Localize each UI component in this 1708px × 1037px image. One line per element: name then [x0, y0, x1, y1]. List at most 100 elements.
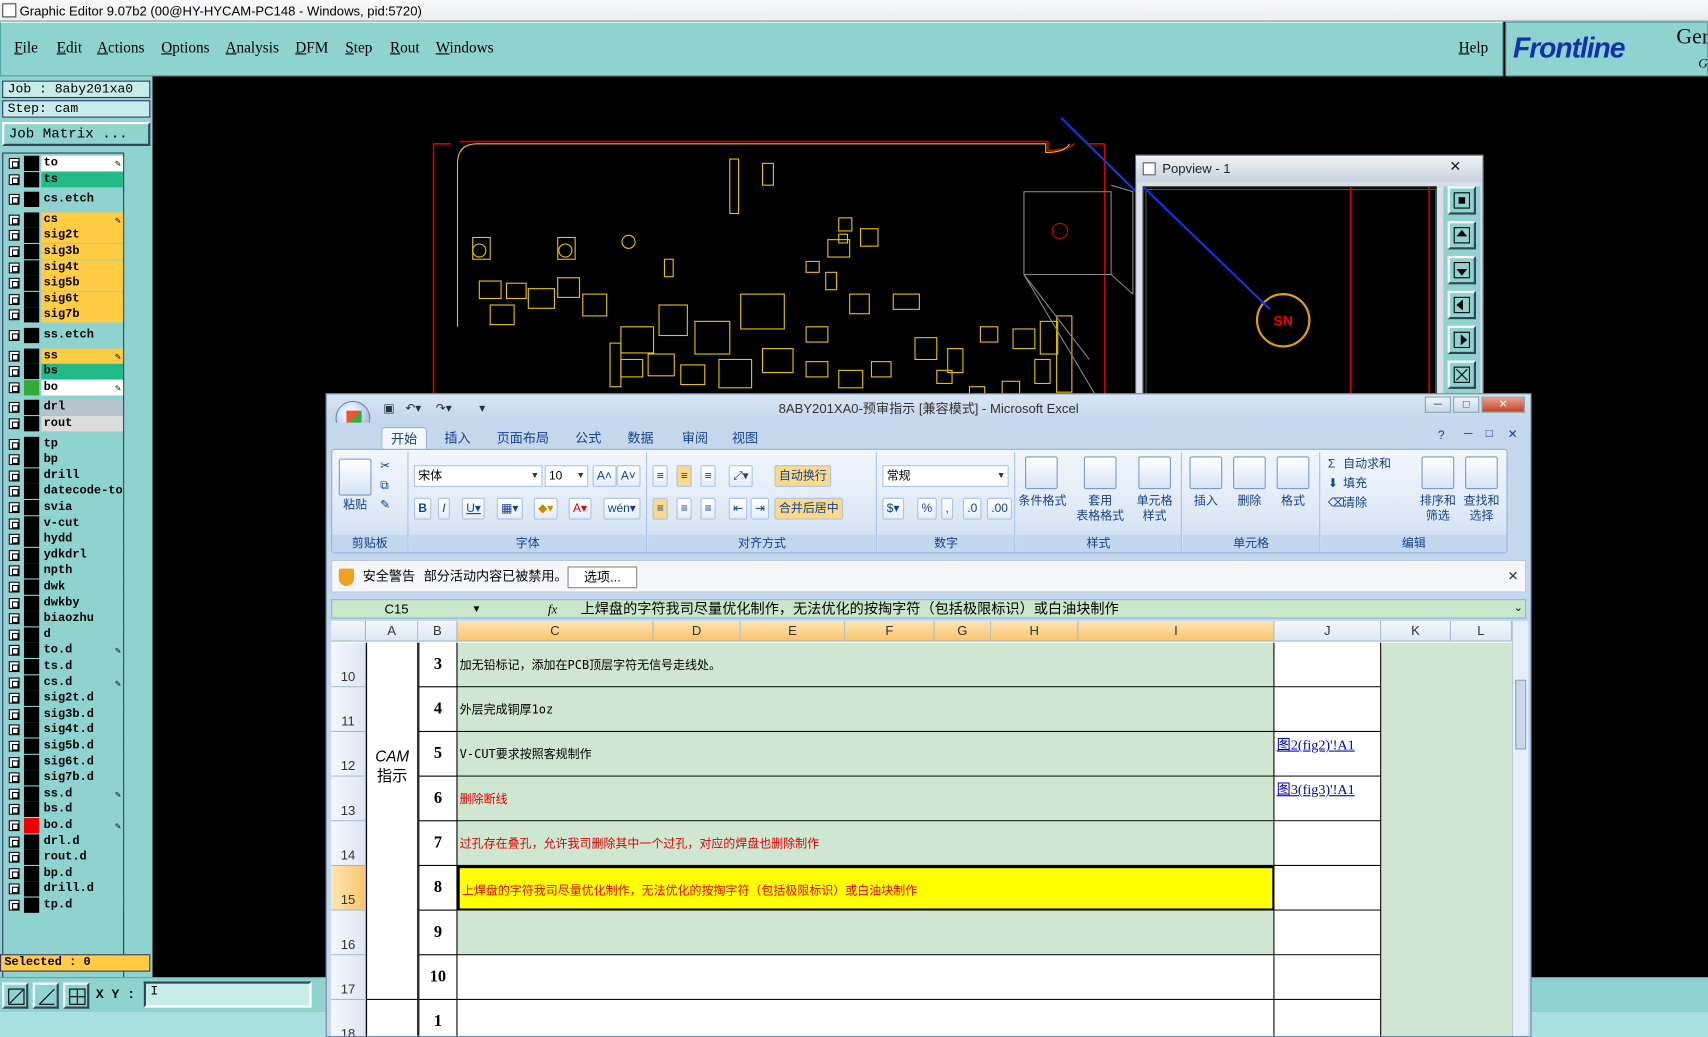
layer-checkbox[interactable]: [8, 740, 20, 752]
layer-name[interactable]: dwk: [41, 579, 124, 595]
item-number-cell[interactable]: 9: [418, 910, 458, 956]
excel-minimize-icon[interactable]: ─: [1424, 396, 1451, 413]
layer-color-swatch[interactable]: [23, 171, 40, 187]
percent-icon[interactable]: %: [917, 497, 937, 520]
select-all-corner[interactable]: [331, 620, 367, 642]
layer-row[interactable]: sig3b.d: [5, 706, 124, 722]
layer-color-swatch[interactable]: [23, 722, 40, 738]
layer-name[interactable]: drill.d: [41, 881, 124, 897]
menu-step[interactable]: Step: [345, 40, 372, 57]
layer-color-swatch[interactable]: [23, 400, 40, 416]
layer-name[interactable]: bo.d ✎: [41, 818, 124, 834]
layer-name[interactable]: to ✎: [41, 155, 124, 172]
column-header[interactable]: J: [1274, 620, 1382, 642]
layer-checkbox[interactable]: [8, 852, 20, 863]
popview-titlebar[interactable]: Popview - 1: [1136, 155, 1483, 182]
layer-name[interactable]: npth: [41, 563, 124, 579]
row-header[interactable]: 18: [331, 999, 367, 1036]
layer-checkbox[interactable]: [8, 194, 20, 205]
layer-name[interactable]: sig6t.d: [41, 754, 124, 770]
column-header[interactable]: K: [1381, 620, 1451, 642]
save-icon[interactable]: ▣: [383, 401, 394, 415]
layer-name[interactable]: to.d ✎: [41, 643, 124, 659]
align-right-icon[interactable]: ≡: [700, 497, 717, 520]
layer-row[interactable]: v-cut: [5, 515, 124, 532]
grid-icon[interactable]: [63, 982, 90, 1009]
layer-row[interactable]: cs ✎: [5, 212, 124, 228]
layer-checkbox[interactable]: [8, 883, 20, 895]
layer-checkbox[interactable]: [8, 486, 20, 498]
layer-checkbox[interactable]: [8, 756, 20, 768]
item-number-cell[interactable]: 3: [418, 642, 458, 688]
namebox-dropdown-icon[interactable]: ▼: [472, 600, 482, 617]
layer-checkbox[interactable]: [8, 708, 20, 720]
delete-cells-icon[interactable]: [1233, 456, 1266, 490]
xy-input[interactable]: I: [143, 981, 312, 1008]
layer-color-swatch[interactable]: [23, 499, 40, 516]
column-header[interactable]: H: [991, 620, 1079, 642]
layer-name[interactable]: drl.d: [41, 833, 124, 850]
quick-access-more-icon[interactable]: ▾: [479, 401, 485, 415]
layer-color-swatch[interactable]: [23, 643, 40, 659]
layer-row[interactable]: hydd: [5, 531, 124, 548]
layer-color-swatch[interactable]: [23, 818, 40, 834]
layer-color-swatch[interactable]: [23, 865, 40, 882]
layer-name[interactable]: svia: [41, 499, 124, 516]
layer-color-swatch[interactable]: [23, 416, 40, 432]
menu-dfm[interactable]: DFM: [295, 40, 328, 57]
formula-input[interactable]: 上焊盘的字符我司尽量优化制作，无法优化的按掏字符（包括极限标识）或白油块制作: [581, 600, 1119, 617]
layer-name[interactable]: drl: [41, 400, 124, 416]
layer-color-swatch[interactable]: [23, 244, 40, 260]
paste-button[interactable]: 粘贴: [339, 498, 372, 513]
find-select-icon[interactable]: [1465, 456, 1498, 490]
layer-color-swatch[interactable]: [23, 770, 40, 786]
measure-icon[interactable]: [32, 982, 59, 1009]
layer-name[interactable]: cs.etch: [41, 191, 124, 208]
layer-name[interactable]: v-cut: [41, 515, 124, 532]
layer-checkbox[interactable]: [8, 661, 20, 673]
excel-maximize-icon[interactable]: □: [1453, 396, 1480, 413]
layer-checkbox[interactable]: [8, 366, 20, 378]
layer-name[interactable]: sig2t.d: [41, 690, 124, 707]
layer-row[interactable]: bo.d ✎: [5, 818, 124, 834]
layer-row[interactable]: sig4t.d: [5, 722, 124, 738]
row-header[interactable]: 17: [331, 955, 367, 1000]
comma-icon[interactable]: ,: [941, 497, 954, 520]
clear-button[interactable]: 清除: [1343, 496, 1367, 511]
layer-checkbox[interactable]: [8, 820, 20, 832]
column-header[interactable]: A: [366, 620, 419, 642]
instruction-cell[interactable]: 上焊盘的字符我司尽量优化制作，无法优化的按掏字符（包括极限标识）或白油块制作: [457, 865, 1275, 911]
popview-zoom-fit-button[interactable]: [1447, 186, 1477, 215]
layer-checkbox[interactable]: [8, 613, 20, 625]
link-cell[interactable]: 图2(fig2)'!A1: [1274, 732, 1382, 777]
empty-cell[interactable]: [366, 999, 419, 1036]
layer-color-swatch[interactable]: [23, 212, 40, 228]
layer-color-swatch[interactable]: [23, 690, 40, 707]
layer-checkbox[interactable]: [8, 230, 20, 242]
menu-windows[interactable]: Windows: [436, 40, 494, 57]
menu-actions[interactable]: Actions: [97, 40, 144, 57]
row-header[interactable]: 10: [331, 642, 367, 688]
cell-styles-button-2[interactable]: 样式: [1130, 509, 1180, 524]
layer-row[interactable]: sig5b: [5, 275, 124, 292]
bold-icon[interactable]: B: [413, 497, 432, 520]
column-header[interactable]: D: [653, 620, 741, 642]
layer-name[interactable]: sig3b: [41, 244, 124, 260]
column-header[interactable]: F: [845, 620, 935, 642]
layer-checkbox[interactable]: [8, 438, 20, 450]
layer-color-swatch[interactable]: [23, 364, 40, 380]
layer-row[interactable]: ydkdrl: [5, 547, 124, 563]
item-number-cell[interactable]: 7: [418, 821, 458, 866]
font-name-select[interactable]: 宋体 ▼: [413, 465, 543, 487]
decrease-decimal-icon[interactable]: .00: [986, 497, 1013, 520]
column-header[interactable]: B: [418, 620, 458, 642]
layer-name[interactable]: dwkby: [41, 595, 124, 611]
layer-checkbox[interactable]: [8, 804, 20, 816]
function-icon[interactable]: fx: [548, 600, 557, 617]
layer-row[interactable]: cs.etch: [5, 191, 124, 208]
font-color-icon[interactable]: A▾: [568, 497, 592, 520]
menu-options[interactable]: Options: [161, 40, 209, 57]
layer-name[interactable]: sig5b.d: [41, 738, 124, 754]
item-number-cell[interactable]: 1: [418, 999, 458, 1036]
sort-filter-icon[interactable]: [1421, 456, 1455, 490]
